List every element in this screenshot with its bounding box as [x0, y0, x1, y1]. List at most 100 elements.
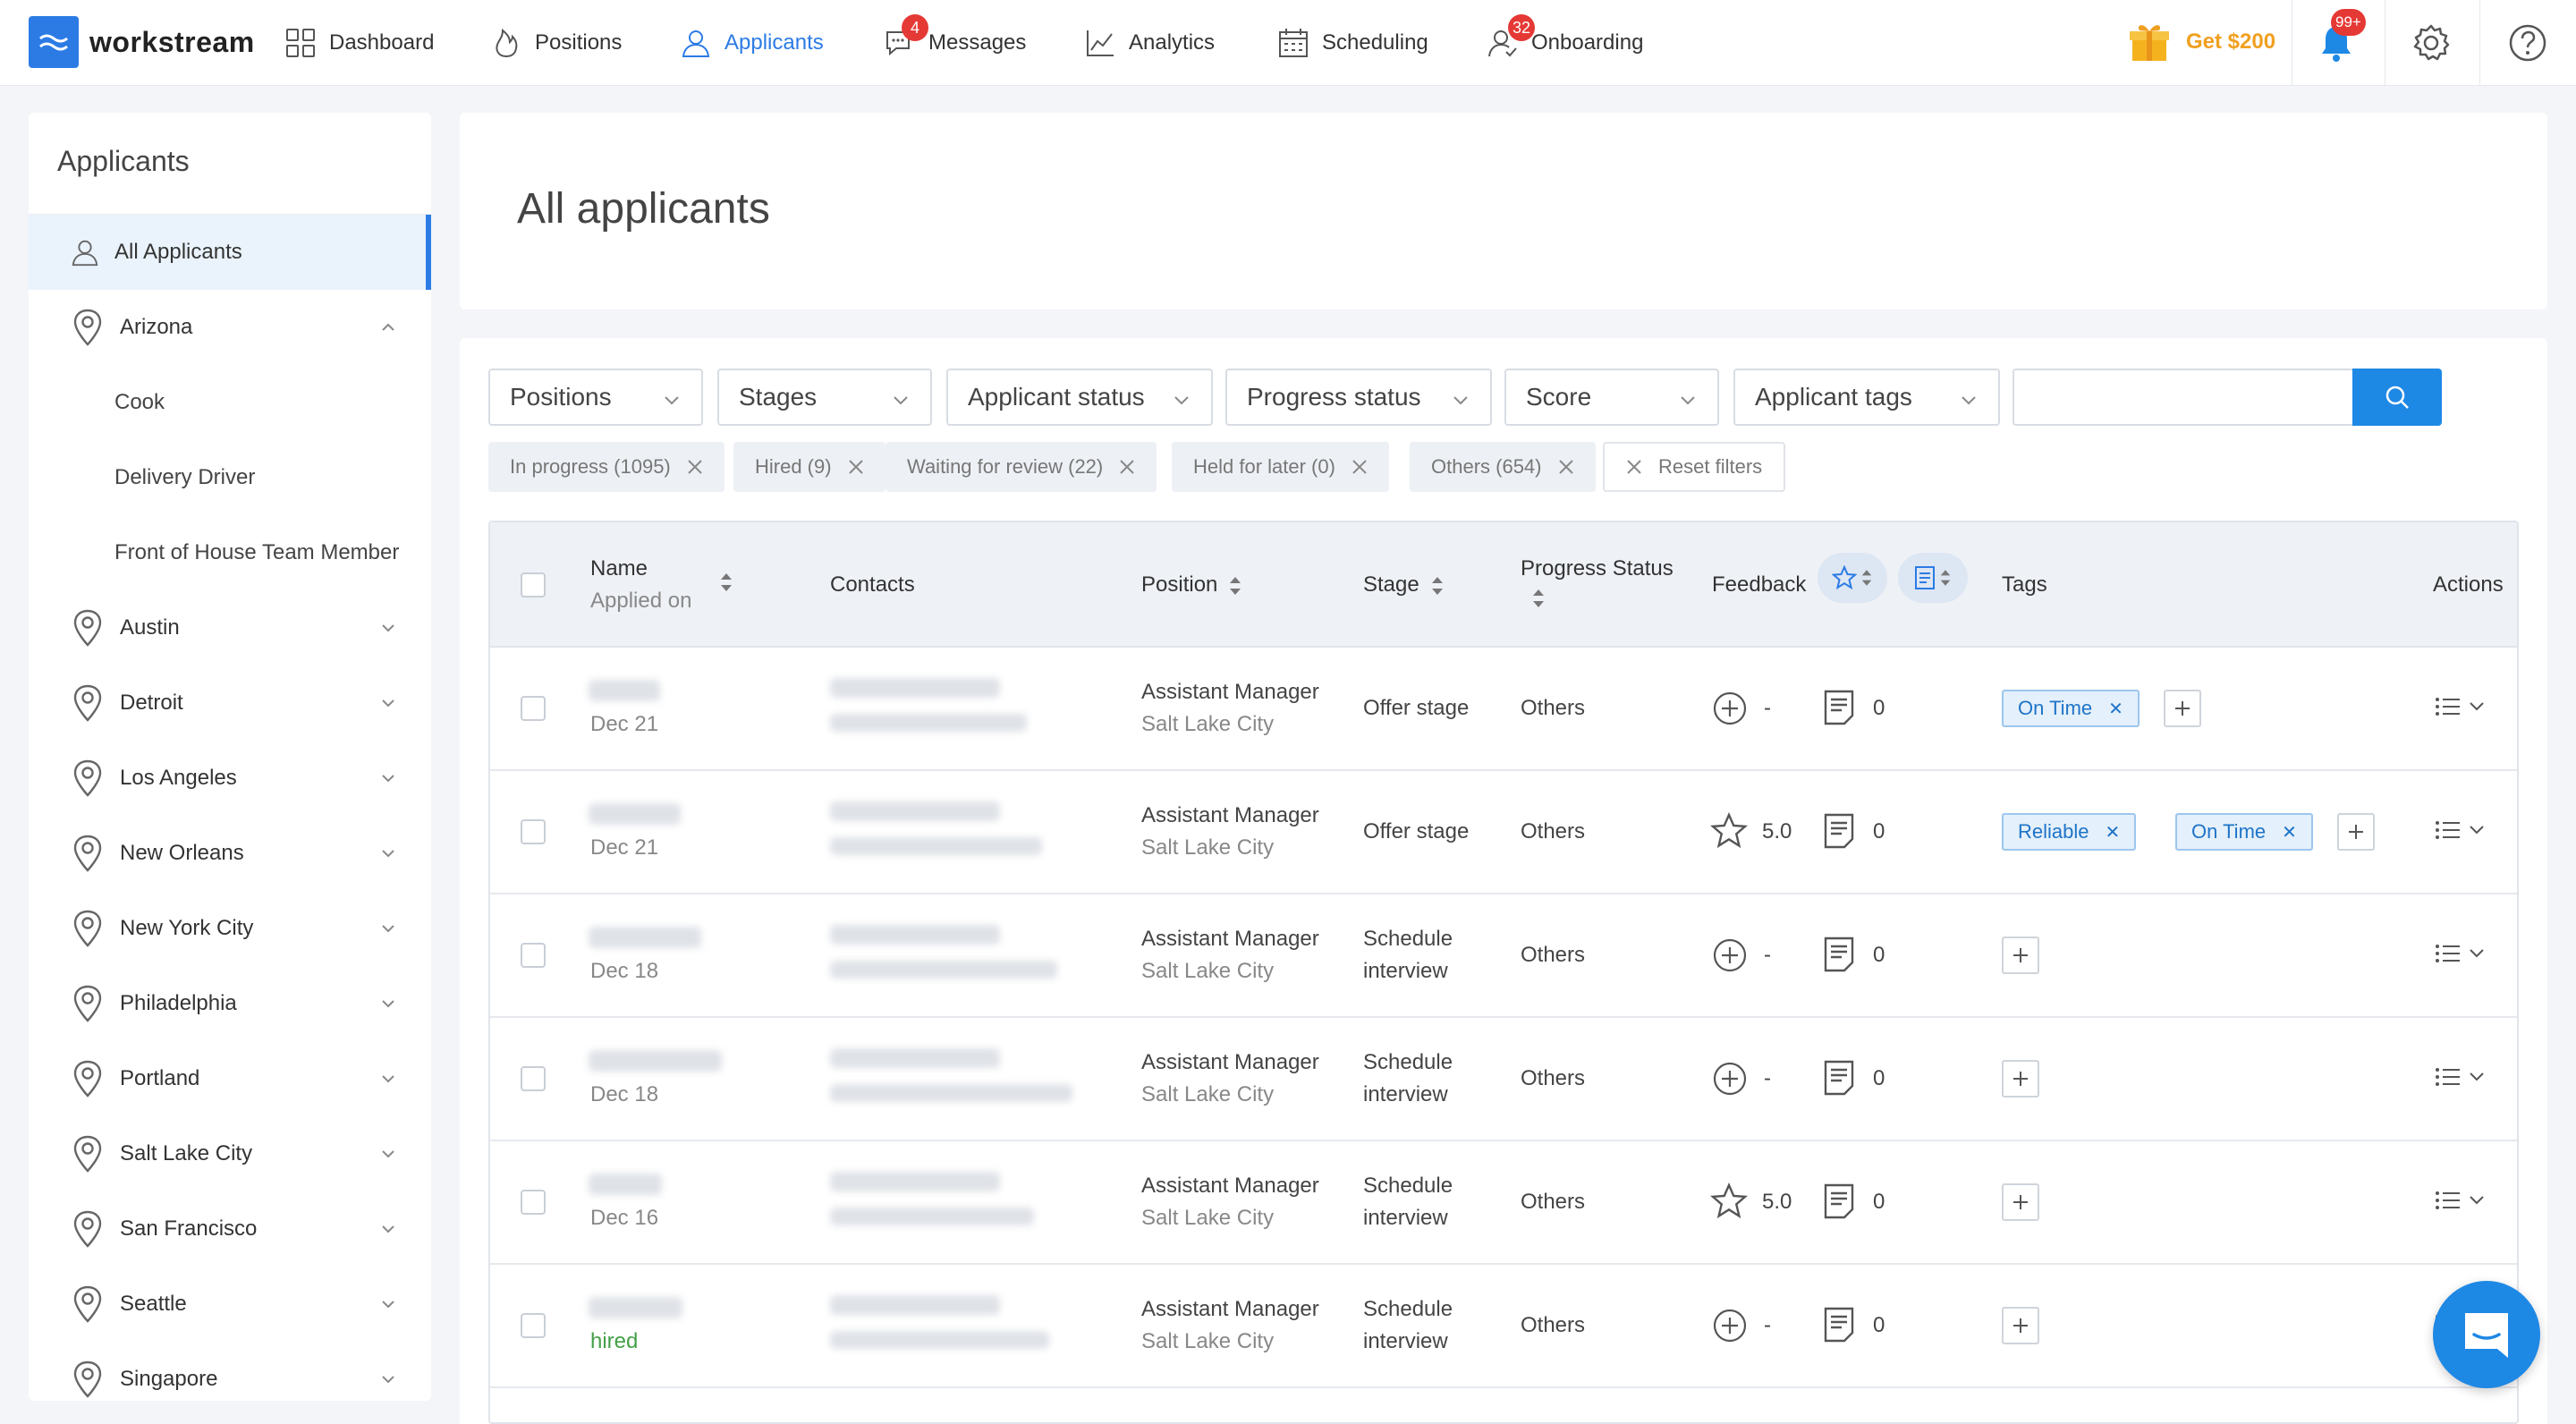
notes-icon[interactable] — [1823, 1306, 1855, 1343]
applicant-name-redacted[interactable] — [589, 803, 681, 825]
close-icon[interactable] — [1352, 459, 1368, 475]
name-column-header[interactable]: Name Applied on — [590, 556, 691, 614]
filter-chip-waiting-for-review[interactable]: Waiting for review (22) — [886, 442, 1157, 492]
sidebar-position[interactable]: Front of House Team Member — [29, 515, 431, 590]
row-checkbox[interactable] — [521, 1066, 546, 1091]
sidebar-location[interactable]: Austin — [29, 590, 431, 665]
applicant-name-redacted[interactable] — [589, 1297, 682, 1318]
search-input[interactable] — [2012, 369, 2352, 426]
row-actions-menu[interactable] — [2435, 696, 2487, 717]
stage-column-header[interactable]: Stage — [1363, 572, 1445, 598]
add-tag-button[interactable] — [2002, 1183, 2039, 1221]
star-icon[interactable] — [1710, 1182, 1748, 1220]
close-icon[interactable] — [1558, 459, 1574, 475]
row-actions-menu[interactable] — [2435, 1190, 2487, 1211]
table-row[interactable]: Dec 16 Assistant Manager Salt Lake City Sch… — [490, 1141, 2517, 1265]
applicant-name-redacted[interactable] — [589, 680, 660, 701]
score-filter[interactable]: Score — [1504, 369, 1719, 426]
progress-status-filter[interactable]: Progress status — [1225, 369, 1492, 426]
row-actions-menu[interactable] — [2435, 943, 2487, 964]
add-tag-button[interactable] — [2002, 1060, 2039, 1098]
notes-icon[interactable] — [1823, 812, 1855, 850]
applicant-name-redacted[interactable] — [589, 1174, 662, 1195]
sidebar-location[interactable]: New York City — [29, 891, 431, 966]
sidebar-location[interactable]: Singapore — [29, 1342, 431, 1401]
applicant-name-redacted[interactable] — [589, 927, 701, 948]
filter-chip-held-for-later[interactable]: Held for later (0) — [1172, 442, 1389, 492]
sidebar-item-all-applicants[interactable]: All Applicants — [29, 215, 431, 290]
table-row[interactable]: hired Assistant Manager Salt Lake City Sche… — [490, 1265, 2517, 1388]
chat-launcher-button[interactable] — [2433, 1281, 2540, 1388]
notes-icon[interactable] — [1823, 1059, 1855, 1097]
table-row[interactable]: Dec 18 Assistant Manager Salt Lake City Sch… — [490, 894, 2517, 1018]
sidebar-position[interactable]: Cook — [29, 365, 431, 440]
sidebar-location[interactable]: Detroit — [29, 665, 431, 741]
applicant-tag[interactable]: Reliable ✕ — [2002, 813, 2137, 851]
applicant-status-filter[interactable]: Applicant status — [946, 369, 1213, 426]
row-actions-menu[interactable] — [2435, 1066, 2487, 1088]
close-icon[interactable] — [848, 459, 864, 475]
remove-tag-icon[interactable]: ✕ — [2282, 821, 2297, 843]
applicant-tag[interactable]: On Time ✕ — [2002, 690, 2140, 727]
add-score-icon[interactable] — [1712, 691, 1748, 726]
notifications-button[interactable]: 99+ — [2315, 9, 2366, 64]
nav-analytics[interactable]: Analytics — [1084, 21, 1215, 64]
sort-icon[interactable] — [719, 571, 733, 594]
applicant-name-redacted[interactable] — [589, 1050, 722, 1072]
reset-filters-button[interactable]: Reset filters — [1603, 442, 1786, 492]
select-all-checkbox[interactable] — [521, 572, 546, 598]
row-checkbox[interactable] — [521, 819, 546, 844]
sidebar-location[interactable]: Seattle — [29, 1267, 431, 1342]
get-reward-link[interactable]: Get $200 — [2127, 20, 2275, 64]
filter-chip-others[interactable]: Others (654) — [1410, 442, 1596, 492]
close-icon[interactable] — [687, 459, 703, 475]
help-button[interactable] — [2506, 21, 2549, 64]
nav-dashboard[interactable]: Dashboard — [284, 21, 434, 64]
add-tag-button[interactable] — [2164, 690, 2201, 727]
applicant-tags-filter[interactable]: Applicant tags — [1733, 369, 2000, 426]
sort-by-score-button[interactable] — [1818, 553, 1887, 603]
add-score-icon[interactable] — [1712, 937, 1748, 973]
sidebar-location[interactable]: Los Angeles — [29, 741, 431, 816]
nav-messages[interactable]: 4 Messages — [884, 14, 1026, 64]
sidebar-location[interactable]: New Orleans — [29, 816, 431, 891]
sidebar-location[interactable]: Portland — [29, 1041, 431, 1116]
position-column-header[interactable]: Position — [1141, 572, 1242, 598]
notes-icon[interactable] — [1823, 936, 1855, 973]
notes-icon[interactable] — [1823, 689, 1855, 726]
remove-tag-icon[interactable]: ✕ — [2106, 821, 2121, 843]
brand-logo[interactable]: workstream — [29, 16, 255, 68]
table-row[interactable]: Dec 21 Assistant Manager Salt Lake City Off… — [490, 771, 2517, 894]
sidebar-location[interactable]: San Francisco — [29, 1191, 431, 1267]
add-score-icon[interactable] — [1712, 1061, 1748, 1097]
add-tag-button[interactable] — [2002, 1307, 2039, 1344]
remove-tag-icon[interactable]: ✕ — [2108, 698, 2123, 720]
stages-filter[interactable]: Stages — [717, 369, 932, 426]
filter-chip-in-progress[interactable]: In progress (1095) — [488, 442, 724, 492]
search-button[interactable] — [2352, 369, 2442, 426]
nav-positions[interactable]: Positions — [490, 21, 622, 64]
applicant-tag[interactable]: On Time ✕ — [2175, 813, 2313, 851]
row-checkbox[interactable] — [521, 943, 546, 968]
add-score-icon[interactable] — [1712, 1308, 1748, 1343]
row-actions-menu[interactable] — [2435, 819, 2487, 841]
row-checkbox[interactable] — [521, 1190, 546, 1215]
nav-applicants[interactable]: Applicants — [680, 21, 824, 64]
notes-icon[interactable] — [1823, 1182, 1855, 1220]
sidebar-position[interactable]: Delivery Driver — [29, 440, 431, 515]
sidebar-location[interactable]: Arizona — [29, 290, 431, 365]
sidebar-location[interactable]: Philadelphia — [29, 966, 431, 1041]
positions-filter[interactable]: Positions — [488, 369, 703, 426]
sort-by-notes-button[interactable] — [1898, 553, 1968, 603]
row-checkbox[interactable] — [521, 1313, 546, 1338]
sidebar-location[interactable]: Salt Lake City — [29, 1116, 431, 1191]
filter-chip-hired[interactable]: Hired (9) — [733, 442, 886, 492]
nav-scheduling[interactable]: Scheduling — [1277, 21, 1428, 64]
table-row[interactable]: Dec 18 Assistant Manager Salt Lake City Sch… — [490, 1018, 2517, 1141]
star-icon[interactable] — [1710, 812, 1748, 850]
table-row[interactable]: Dec 21 Assistant Manager Salt Lake City Off… — [490, 648, 2517, 771]
settings-button[interactable] — [2410, 21, 2453, 64]
row-checkbox[interactable] — [521, 696, 546, 721]
nav-onboarding[interactable]: 32 Onboarding — [1487, 14, 1643, 64]
add-tag-button[interactable] — [2002, 937, 2039, 974]
